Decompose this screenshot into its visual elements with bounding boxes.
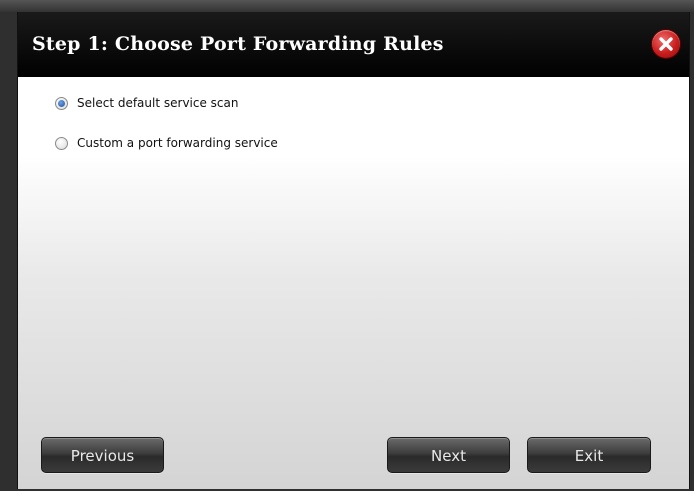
dialog-titlebar: Step 1: Choose Port Forwarding Rules: [18, 12, 689, 77]
wizard-dialog: Step 1: Choose Port Forwarding Rules Sel…: [17, 12, 690, 489]
next-button[interactable]: Next: [387, 437, 510, 473]
close-button[interactable]: [652, 30, 680, 58]
background: Step 1: Choose Port Forwarding Rules Sel…: [0, 0, 694, 491]
exit-button[interactable]: Exit: [527, 437, 651, 473]
option-default-service-scan[interactable]: Select default service scan: [55, 92, 278, 114]
radio-custom-port-forwarding[interactable]: [55, 136, 68, 150]
option-custom-port-forwarding[interactable]: Custom a port forwarding service: [55, 132, 278, 154]
option-label: Custom a port forwarding service: [77, 136, 278, 150]
background-strip: [0, 0, 694, 12]
dialog-title: Step 1: Choose Port Forwarding Rules: [32, 33, 444, 55]
previous-button[interactable]: Previous: [41, 437, 164, 473]
radio-default-service-scan[interactable]: [55, 96, 68, 110]
service-options: Select default service scan Custom a por…: [55, 92, 278, 172]
close-x-icon: [659, 37, 673, 51]
option-label: Select default service scan: [77, 96, 239, 110]
